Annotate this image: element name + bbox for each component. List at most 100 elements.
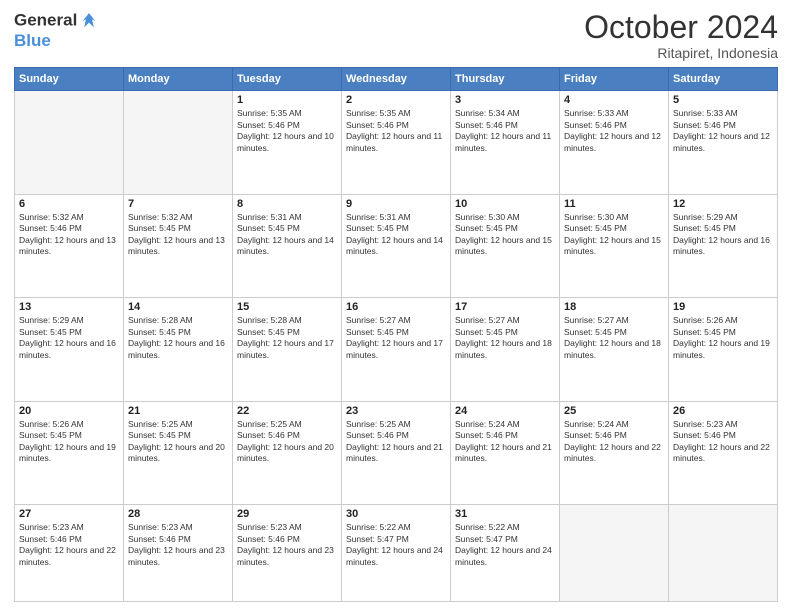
logo: General Blue	[14, 10, 100, 51]
month-title: October 2024	[584, 10, 778, 45]
calendar-cell	[124, 91, 233, 195]
calendar-cell: 5 Sunrise: 5:33 AM Sunset: 5:46 PM Daylig…	[669, 91, 778, 195]
day-info: Sunrise: 5:30 AM Sunset: 5:45 PM Dayligh…	[564, 212, 664, 258]
weekday-header-friday: Friday	[560, 68, 669, 91]
calendar-cell: 14 Sunrise: 5:28 AM Sunset: 5:45 PM Dayli…	[124, 298, 233, 402]
day-number: 14	[128, 301, 228, 313]
day-number: 3	[455, 94, 555, 106]
header: General Blue October 2024 Ritapiret, Ind…	[14, 10, 778, 61]
calendar-cell: 2 Sunrise: 5:35 AM Sunset: 5:46 PM Daylig…	[342, 91, 451, 195]
day-info: Sunrise: 5:28 AM Sunset: 5:45 PM Dayligh…	[237, 315, 337, 361]
calendar-cell: 25Sunrise: 5:24 AM Sunset: 5:46 PM Dayli…	[560, 401, 669, 505]
calendar-cell: 4Sunrise: 5:33 AM Sunset: 5:46 PM Daylig…	[560, 91, 669, 195]
calendar-cell: 6 Sunrise: 5:32 AM Sunset: 5:46 PM Daylig…	[15, 194, 124, 298]
day-number: 17	[455, 301, 555, 313]
day-info: Sunrise: 5:32 AM Sunset: 5:45 PM Dayligh…	[128, 212, 228, 258]
day-info: Sunrise: 5:33 AM Sunset: 5:46 PM Dayligh…	[673, 108, 773, 154]
calendar-cell	[560, 505, 669, 602]
page: General Blue October 2024 Ritapiret, Ind…	[0, 0, 792, 612]
calendar-cell: 1 Sunrise: 5:35 AM Sunset: 5:46 PM Daylig…	[233, 91, 342, 195]
calendar-cell	[15, 91, 124, 195]
day-info: Sunrise: 5:26 AM Sunset: 5:45 PM Dayligh…	[19, 419, 119, 465]
day-info: Sunrise: 5:25 AM Sunset: 5:46 PM Dayligh…	[237, 419, 337, 465]
day-info: Sunrise: 5:31 AM Sunset: 5:45 PM Dayligh…	[346, 212, 446, 258]
day-number: 11	[564, 198, 664, 210]
day-number: 5	[673, 94, 773, 106]
day-info: Sunrise: 5:28 AM Sunset: 5:45 PM Dayligh…	[128, 315, 228, 361]
day-info: Sunrise: 5:29 AM Sunset: 5:45 PM Dayligh…	[673, 212, 773, 258]
day-info: Sunrise: 5:32 AM Sunset: 5:46 PM Dayligh…	[19, 212, 119, 258]
day-number: 30	[346, 508, 446, 520]
calendar-cell: 18 Sunrise: 5:27 AM Sunset: 5:45 PM Dayli…	[560, 298, 669, 402]
day-number: 25	[564, 405, 664, 417]
calendar-cell	[669, 505, 778, 602]
calendar-week-row: 13Sunrise: 5:29 AM Sunset: 5:45 PM Dayli…	[15, 298, 778, 402]
calendar-cell: 13Sunrise: 5:29 AM Sunset: 5:45 PM Dayli…	[15, 298, 124, 402]
day-info: Sunrise: 5:24 AM Sunset: 5:46 PM Dayligh…	[455, 419, 555, 465]
day-info: Sunrise: 5:27 AM Sunset: 5:45 PM Dayligh…	[346, 315, 446, 361]
calendar-cell: 7Sunrise: 5:32 AM Sunset: 5:45 PM Daylig…	[124, 194, 233, 298]
calendar-cell: 3Sunrise: 5:34 AM Sunset: 5:46 PM Daylig…	[451, 91, 560, 195]
day-number: 10	[455, 198, 555, 210]
calendar-cell: 23 Sunrise: 5:25 AM Sunset: 5:46 PM Dayli…	[342, 401, 451, 505]
calendar-cell: 9 Sunrise: 5:31 AM Sunset: 5:45 PM Daylig…	[342, 194, 451, 298]
day-number: 26	[673, 405, 773, 417]
day-info: Sunrise: 5:25 AM Sunset: 5:45 PM Dayligh…	[128, 419, 228, 465]
day-info: Sunrise: 5:33 AM Sunset: 5:46 PM Dayligh…	[564, 108, 664, 154]
day-number: 6	[19, 198, 119, 210]
calendar-cell: 21 Sunrise: 5:25 AM Sunset: 5:45 PM Dayli…	[124, 401, 233, 505]
calendar-cell: 15 Sunrise: 5:28 AM Sunset: 5:45 PM Dayli…	[233, 298, 342, 402]
day-info: Sunrise: 5:31 AM Sunset: 5:45 PM Dayligh…	[237, 212, 337, 258]
calendar-cell: 26Sunrise: 5:23 AM Sunset: 5:46 PM Dayli…	[669, 401, 778, 505]
day-number: 12	[673, 198, 773, 210]
day-number: 20	[19, 405, 119, 417]
day-number: 24	[455, 405, 555, 417]
title-block: October 2024 Ritapiret, Indonesia	[584, 10, 778, 61]
day-number: 21	[128, 405, 228, 417]
day-number: 15	[237, 301, 337, 313]
day-info: Sunrise: 5:25 AM Sunset: 5:46 PM Dayligh…	[346, 419, 446, 465]
weekday-header-sunday: Sunday	[15, 68, 124, 91]
weekday-header-thursday: Thursday	[451, 68, 560, 91]
weekday-header-tuesday: Tuesday	[233, 68, 342, 91]
day-number: 29	[237, 508, 337, 520]
day-number: 19	[673, 301, 773, 313]
calendar-cell: 24 Sunrise: 5:24 AM Sunset: 5:46 PM Dayli…	[451, 401, 560, 505]
weekday-header-wednesday: Wednesday	[342, 68, 451, 91]
day-number: 2	[346, 94, 446, 106]
calendar-cell: 8 Sunrise: 5:31 AM Sunset: 5:45 PM Daylig…	[233, 194, 342, 298]
day-info: Sunrise: 5:35 AM Sunset: 5:46 PM Dayligh…	[346, 108, 446, 154]
day-info: Sunrise: 5:26 AM Sunset: 5:45 PM Dayligh…	[673, 315, 773, 361]
calendar-cell: 29Sunrise: 5:23 AM Sunset: 5:46 PM Dayli…	[233, 505, 342, 602]
calendar-cell: 28 Sunrise: 5:23 AM Sunset: 5:46 PM Dayli…	[124, 505, 233, 602]
day-number: 28	[128, 508, 228, 520]
calendar-table: SundayMondayTuesdayWednesdayThursdayFrid…	[14, 67, 778, 602]
weekday-header-monday: Monday	[124, 68, 233, 91]
day-number: 23	[346, 405, 446, 417]
calendar-cell: 22Sunrise: 5:25 AM Sunset: 5:46 PM Dayli…	[233, 401, 342, 505]
location: Ritapiret, Indonesia	[584, 45, 778, 61]
day-info: Sunrise: 5:27 AM Sunset: 5:45 PM Dayligh…	[564, 315, 664, 361]
logo-bird-icon	[78, 10, 100, 32]
calendar-cell: 31Sunrise: 5:22 AM Sunset: 5:47 PM Dayli…	[451, 505, 560, 602]
day-number: 27	[19, 508, 119, 520]
day-number: 8	[237, 198, 337, 210]
calendar-cell: 10 Sunrise: 5:30 AM Sunset: 5:45 PM Dayli…	[451, 194, 560, 298]
day-info: Sunrise: 5:35 AM Sunset: 5:46 PM Dayligh…	[237, 108, 337, 154]
calendar-cell: 11 Sunrise: 5:30 AM Sunset: 5:45 PM Dayli…	[560, 194, 669, 298]
weekday-header-saturday: Saturday	[669, 68, 778, 91]
day-number: 18	[564, 301, 664, 313]
day-info: Sunrise: 5:23 AM Sunset: 5:46 PM Dayligh…	[128, 522, 228, 568]
calendar-cell: 12 Sunrise: 5:29 AM Sunset: 5:45 PM Dayli…	[669, 194, 778, 298]
day-info: Sunrise: 5:22 AM Sunset: 5:47 PM Dayligh…	[455, 522, 555, 568]
calendar-week-row: 27 Sunrise: 5:23 AM Sunset: 5:46 PM Dayli…	[15, 505, 778, 602]
day-info: Sunrise: 5:30 AM Sunset: 5:45 PM Dayligh…	[455, 212, 555, 258]
calendar-cell: 16Sunrise: 5:27 AM Sunset: 5:45 PM Dayli…	[342, 298, 451, 402]
day-number: 9	[346, 198, 446, 210]
day-number: 13	[19, 301, 119, 313]
calendar-week-row: 20 Sunrise: 5:26 AM Sunset: 5:45 PM Dayli…	[15, 401, 778, 505]
calendar-cell: 20 Sunrise: 5:26 AM Sunset: 5:45 PM Dayli…	[15, 401, 124, 505]
logo-blue: Blue	[14, 32, 100, 51]
day-number: 1	[237, 94, 337, 106]
calendar-week-row: 6 Sunrise: 5:32 AM Sunset: 5:46 PM Daylig…	[15, 194, 778, 298]
